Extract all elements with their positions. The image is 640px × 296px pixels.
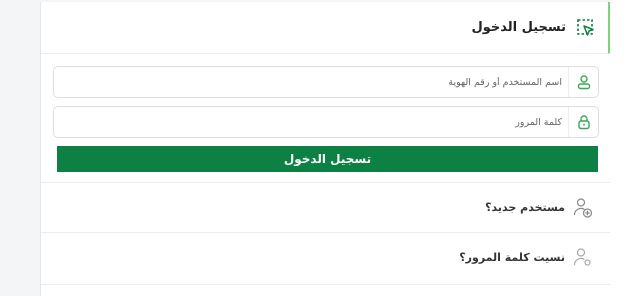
username-field[interactable] [53,66,599,98]
login-header: تسجيل الدخول [41,2,611,54]
forgot-password-label: نسيت كلمة المرور؟ [459,251,565,264]
add-user-icon [573,197,593,218]
login-card: تسجيل الدخول تسجيل الدخول مستخد [40,2,611,296]
page-margin [610,0,640,296]
cursor-select-icon [577,18,594,36]
user-key-icon [573,247,591,266]
new-user-link[interactable]: مستخدم جديد؟ [41,182,611,232]
page-title: تسجيل الدخول [471,20,566,35]
password-input[interactable] [54,108,568,136]
new-user-label: مستخدم جديد؟ [485,201,565,214]
user-icon [568,67,598,97]
username-input[interactable] [54,68,568,96]
lock-icon [568,107,598,137]
login-button[interactable]: تسجيل الدخول [57,146,598,172]
divider [41,284,611,285]
forgot-password-link[interactable]: نسيت كلمة المرور؟ [41,232,611,282]
password-field[interactable] [53,106,599,138]
